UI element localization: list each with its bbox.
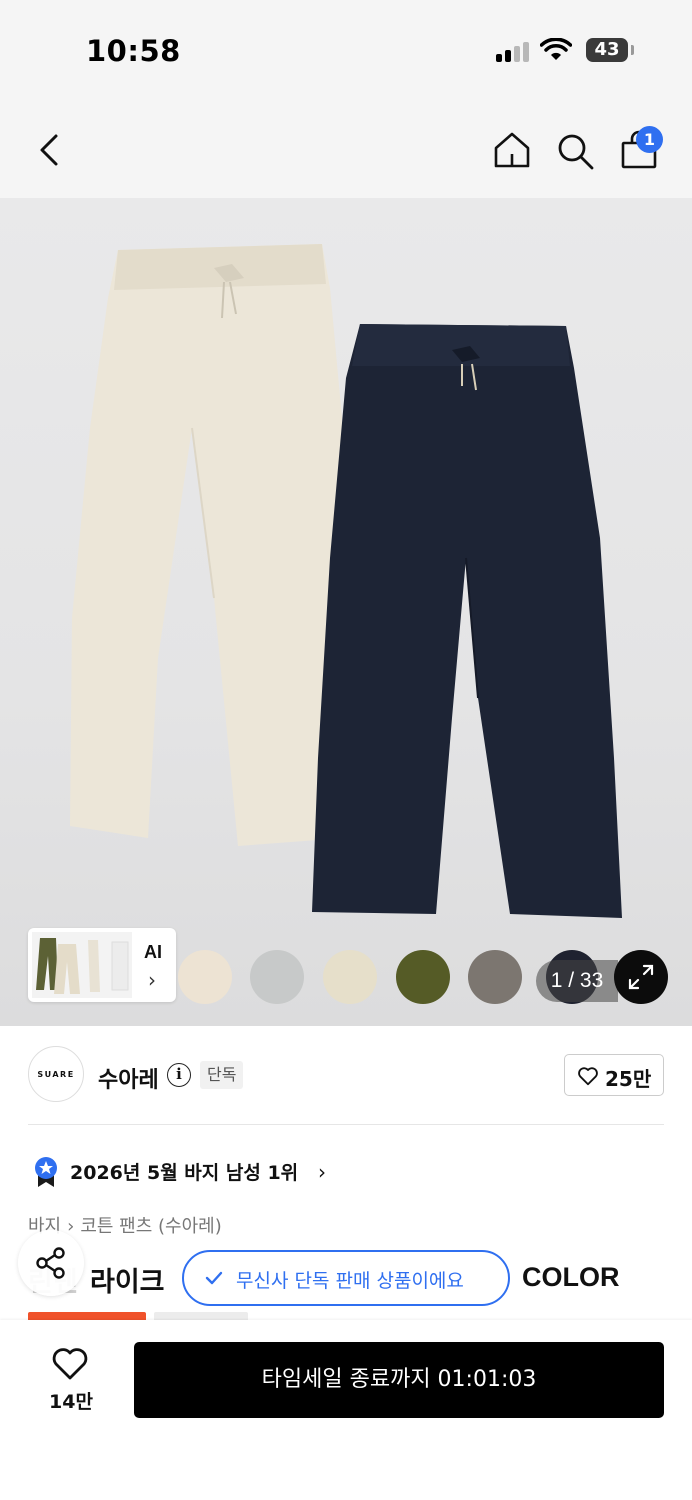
battery-icon: 43 [586, 38, 628, 62]
color-swatch-cream[interactable] [323, 950, 377, 1004]
status-bar: 10:58 43 [0, 0, 692, 100]
ranking-link[interactable]: 2026년 5월 바지 남성 1위 [70, 1158, 298, 1185]
divider [28, 1124, 664, 1125]
brand-logo[interactable]: SUARE [28, 1046, 84, 1102]
cart-count-badge: 1 [636, 126, 663, 153]
product-title: 라이크 [90, 1267, 165, 1298]
share-button[interactable] [18, 1230, 84, 1296]
wish-count: 14만 [49, 1391, 93, 1413]
heart-icon[interactable] [50, 1344, 90, 1384]
color-swatch-ivory[interactable] [178, 950, 232, 1004]
check-icon [205, 1271, 223, 1285]
chevron-right-icon: › [318, 1160, 326, 1184]
cellular-signal-icon [496, 40, 532, 62]
ranking-medal-icon [35, 1157, 57, 1187]
share-icon [36, 1247, 65, 1279]
ai-coordi-thumbnail[interactable]: AI › [28, 928, 176, 1002]
toast-text: 무신사 단독 판매 상품이에요 [236, 1270, 464, 1292]
color-swatch-olive[interactable] [396, 950, 450, 1004]
buy-button[interactable]: 타임세일 종료까지 01:01:03 [134, 1342, 664, 1418]
info-icon[interactable]: i [167, 1063, 191, 1087]
home-icon[interactable] [490, 128, 534, 172]
wifi-icon [540, 38, 572, 60]
breadcrumb-subcategory[interactable]: 코튼 팬츠 (수아레) [80, 1216, 221, 1237]
chevron-right-icon: › [148, 968, 156, 992]
product-image-gallery[interactable]: AI › 1 / 33 [0, 198, 692, 1026]
color-swatch-lightgray[interactable] [250, 950, 304, 1004]
search-icon[interactable] [554, 130, 596, 172]
brand-like-count: 25만 [605, 1067, 652, 1091]
battery-tip [631, 45, 634, 55]
brand-name[interactable]: 수아레 [98, 1062, 159, 1094]
ai-label: AI [144, 942, 162, 962]
exclusive-badge: 단독 [200, 1061, 244, 1089]
product-image [70, 244, 622, 918]
exclusive-toast: 무신사 단독 판매 상품이에요 [182, 1250, 510, 1306]
status-time: 10:58 [86, 34, 181, 68]
expand-button[interactable] [614, 950, 668, 1004]
thumbnail-image [32, 932, 132, 998]
expand-icon [628, 964, 654, 990]
color-swatch-taupe[interactable] [468, 950, 522, 1004]
top-nav-bar [0, 100, 692, 198]
heart-icon [578, 1067, 598, 1086]
product-title-suffix: COLOR [522, 1262, 620, 1292]
back-arrow-icon[interactable] [30, 130, 70, 170]
brand-like-button[interactable]: 25만 [564, 1054, 664, 1096]
image-page-counter: 1 / 33 [536, 960, 618, 1002]
